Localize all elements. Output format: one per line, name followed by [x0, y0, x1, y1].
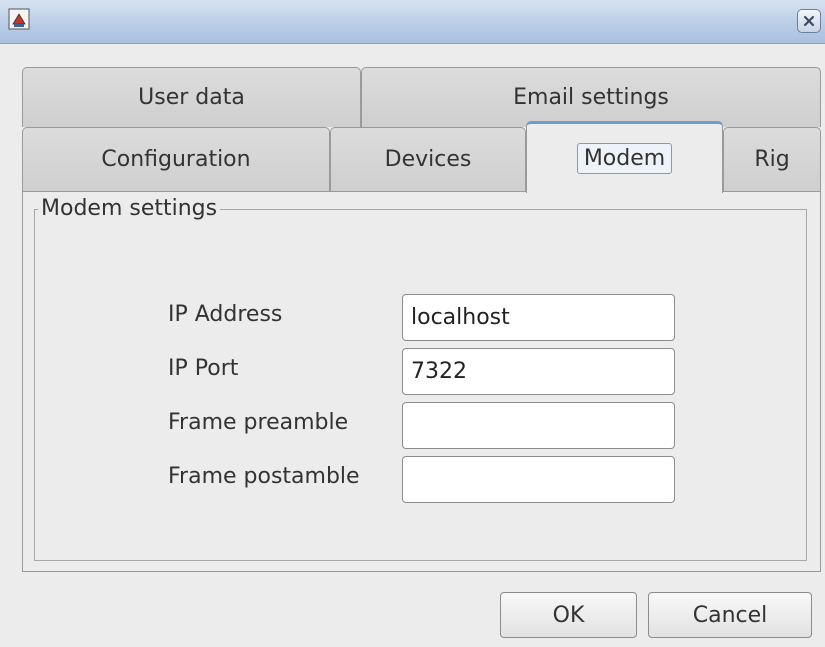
frame-preamble-label: Frame preamble [168, 410, 349, 435]
dialog-window: User data Email settings Configuration D… [0, 0, 825, 647]
frame-postamble-label: Frame postamble [168, 464, 360, 489]
tab-label: Modem [576, 143, 673, 174]
ok-button[interactable]: OK [500, 592, 637, 638]
ok-button-label: OK [552, 602, 585, 628]
tab-modem[interactable]: Modem [526, 121, 723, 193]
tab-label: Rig [754, 147, 790, 172]
cancel-button[interactable]: Cancel [648, 592, 812, 638]
tab-label: Configuration [101, 147, 251, 172]
modem-settings-legend: Modem settings [38, 196, 221, 221]
tab-email-settings[interactable]: Email settings [361, 67, 821, 127]
tab-devices[interactable]: Devices [330, 127, 526, 191]
tab-configuration[interactable]: Configuration [22, 127, 330, 191]
frame-preamble-input[interactable] [402, 402, 675, 449]
tab-label: Email settings [513, 85, 669, 110]
ip-address-input[interactable] [402, 294, 675, 341]
frame-postamble-input[interactable] [402, 456, 675, 503]
close-icon [803, 15, 815, 27]
cancel-button-label: Cancel [692, 602, 768, 628]
tab-rig[interactable]: Rig [723, 127, 821, 191]
title-bar[interactable] [0, 0, 825, 44]
tab-label: User data [138, 85, 245, 110]
tab-user-data[interactable]: User data [22, 67, 361, 127]
ip-port-label: IP Port [168, 356, 239, 381]
ip-address-label: IP Address [168, 302, 283, 327]
ip-port-input[interactable] [402, 348, 675, 395]
tab-label: Devices [384, 147, 472, 172]
close-button[interactable] [797, 9, 821, 33]
java-app-icon [8, 8, 30, 30]
